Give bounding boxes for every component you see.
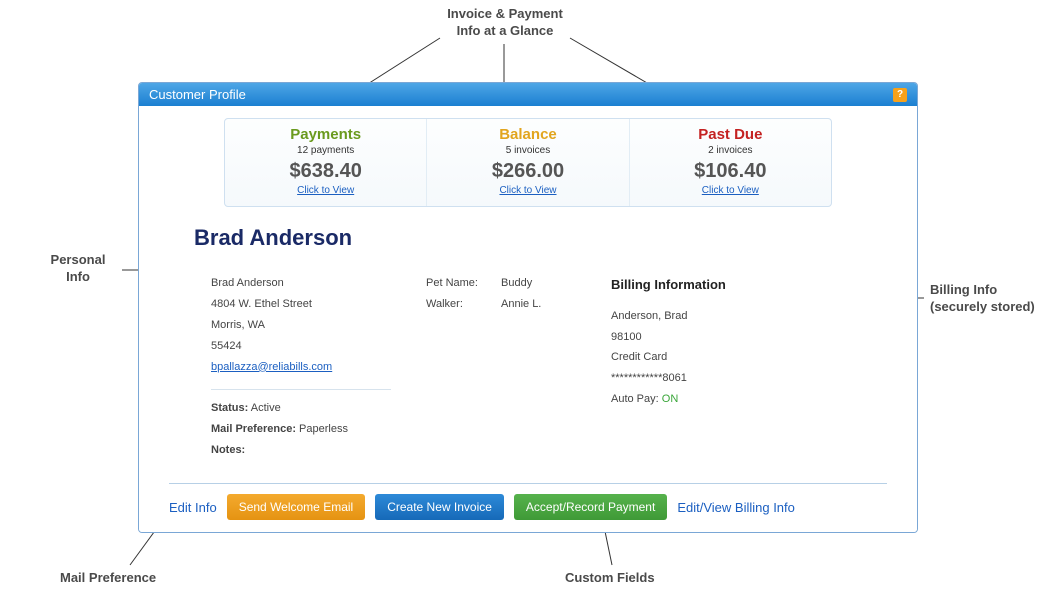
help-icon[interactable]: ? <box>893 88 907 102</box>
customer-profile-window: Customer Profile ? Payments 12 payments … <box>138 82 918 533</box>
billing-masked-card: ************8061 <box>611 368 867 389</box>
accept-record-payment-button[interactable]: Accept/Record Payment <box>514 494 667 520</box>
custom-field-walker: Walker:Annie L. <box>426 294 591 315</box>
personal-info-column: Brad Anderson 4804 W. Ethel Street Morri… <box>211 273 426 461</box>
stat-payments-title: Payments <box>235 126 416 143</box>
stat-payments-link[interactable]: Click to View <box>235 185 416 196</box>
stat-pastdue-title: Past Due <box>640 126 821 143</box>
custom-fields-column: Pet Name:Buddy Walker:Annie L. <box>426 273 611 461</box>
customer-street: 4804 W. Ethel Street <box>211 294 406 315</box>
customer-name: Brad Anderson <box>211 273 406 294</box>
status-row: Status: Active <box>211 398 406 419</box>
stat-balance-sub: 5 invoices <box>437 145 618 156</box>
stat-payments-sub: 12 payments <box>235 145 416 156</box>
edit-view-billing-link[interactable]: Edit/View Billing Info <box>677 500 795 515</box>
stat-payments-amount: $638.40 <box>235 160 416 183</box>
footer-actions: Edit Info Send Welcome Email Create New … <box>169 483 887 520</box>
window-titlebar: Customer Profile ? <box>139 83 917 106</box>
customer-display-name: Brad Anderson <box>194 225 887 251</box>
stat-payments: Payments 12 payments $638.40 Click to Vi… <box>225 119 426 206</box>
billing-code: 98100 <box>611 327 867 348</box>
annotation-custom-fields: Custom Fields <box>565 570 705 587</box>
stat-pastdue-amount: $106.40 <box>640 160 821 183</box>
mail-preference-row: Mail Preference: Paperless <box>211 419 406 440</box>
divider <box>211 389 391 390</box>
annotation-billing-info: Billing Info (securely stored) <box>930 282 1050 316</box>
create-new-invoice-button[interactable]: Create New Invoice <box>375 494 504 520</box>
customer-email-link[interactable]: bpallazza@reliabills.com <box>211 361 332 373</box>
annotation-invoice-payment: Invoice & Payment Info at a Glance <box>405 6 605 40</box>
billing-info-column: Billing Information Anderson, Brad 98100… <box>611 273 887 461</box>
notes-row: Notes: <box>211 440 406 461</box>
customer-postal: 55424 <box>211 336 406 357</box>
stat-pastdue: Past Due 2 invoices $106.40 Click to Vie… <box>630 119 831 206</box>
billing-heading: Billing Information <box>611 273 867 298</box>
stat-balance-link[interactable]: Click to View <box>437 185 618 196</box>
send-welcome-email-button[interactable]: Send Welcome Email <box>227 494 366 520</box>
info-columns: Brad Anderson 4804 W. Ethel Street Morri… <box>169 273 887 461</box>
stat-balance-amount: $266.00 <box>437 160 618 183</box>
stat-balance: Balance 5 invoices $266.00 Click to View <box>426 119 629 206</box>
billing-name: Anderson, Brad <box>611 306 867 327</box>
billing-autopay-row: Auto Pay: ON <box>611 389 867 410</box>
stats-panel: Payments 12 payments $638.40 Click to Vi… <box>224 118 832 207</box>
annotation-mail-preference: Mail Preference <box>60 570 200 587</box>
annotation-personal-info: Personal Info <box>38 252 118 286</box>
customer-city-state: Morris, WA <box>211 315 406 336</box>
stat-pastdue-link[interactable]: Click to View <box>640 185 821 196</box>
custom-field-pet: Pet Name:Buddy <box>426 273 591 294</box>
billing-method: Credit Card <box>611 347 867 368</box>
stat-pastdue-sub: 2 invoices <box>640 145 821 156</box>
window-title: Customer Profile <box>149 87 246 102</box>
window-body: Payments 12 payments $638.40 Click to Vi… <box>139 106 917 532</box>
edit-info-link[interactable]: Edit Info <box>169 500 217 515</box>
stat-balance-title: Balance <box>437 126 618 143</box>
